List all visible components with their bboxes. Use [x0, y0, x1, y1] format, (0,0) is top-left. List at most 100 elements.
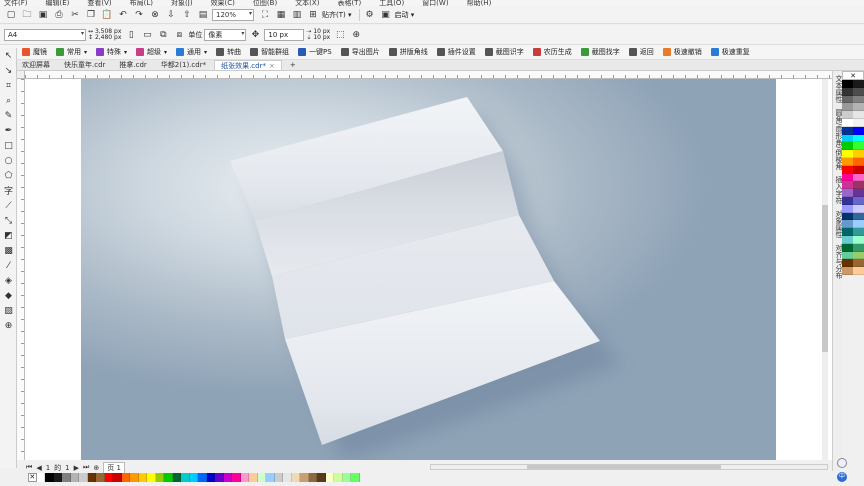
- pick-tool-icon[interactable]: ↖: [0, 48, 17, 63]
- color-swatch[interactable]: [853, 111, 864, 119]
- color-swatch[interactable]: [842, 251, 853, 260]
- color-swatch[interactable]: [853, 259, 864, 268]
- color-swatch[interactable]: [172, 473, 181, 482]
- chevron-down-icon[interactable]: ▾: [84, 49, 87, 56]
- plugin-button[interactable]: 智能群组: [250, 47, 289, 57]
- print-icon[interactable]: ⎙: [52, 8, 66, 22]
- plugin-button[interactable]: 农历生成: [532, 47, 572, 57]
- plugin-button[interactable]: 返回: [628, 47, 654, 57]
- color-swatch[interactable]: [842, 157, 853, 166]
- chevron-down-icon[interactable]: ▾: [124, 49, 127, 56]
- color-swatch[interactable]: [155, 473, 164, 482]
- color-swatch[interactable]: [842, 259, 853, 268]
- no-fill-swatch[interactable]: ✕: [842, 71, 864, 80]
- shape-tool-icon[interactable]: ↘: [0, 63, 17, 78]
- add-page-icon[interactable]: ⊕: [349, 28, 363, 42]
- color-swatch[interactable]: [130, 473, 139, 482]
- zoom-indicator-icon[interactable]: [837, 458, 847, 468]
- color-swatch[interactable]: [36, 473, 45, 482]
- ellipse-tool-icon[interactable]: ○: [0, 153, 17, 168]
- document-tab[interactable]: 纸张效果.cdr* ×: [214, 60, 282, 70]
- color-swatch[interactable]: [240, 473, 249, 482]
- color-swatch[interactable]: [842, 212, 853, 221]
- folded-paper-image[interactable]: [25, 79, 833, 460]
- page-height-field[interactable]: ↕ 2,480 px: [88, 34, 121, 41]
- color-swatch[interactable]: [853, 181, 864, 190]
- nudge-distance-field[interactable]: 10 px: [264, 28, 305, 41]
- show-rulers-icon[interactable]: ▦: [274, 8, 288, 22]
- launch-menu[interactable]: 启动 ▾: [395, 10, 415, 20]
- ruler-corner[interactable]: [17, 71, 25, 79]
- drop-shadow-icon[interactable]: ◩: [0, 228, 17, 243]
- chevron-down-icon[interactable]: ▾: [204, 49, 207, 56]
- close-icon[interactable]: ×: [269, 62, 275, 70]
- landscape-icon[interactable]: ▭: [140, 28, 154, 42]
- parallel-dimension-icon[interactable]: ⟋: [0, 198, 17, 213]
- chevron-down-icon[interactable]: ▾: [164, 49, 167, 56]
- color-swatch[interactable]: [53, 473, 62, 482]
- next-page-icon[interactable]: ▶: [74, 464, 79, 472]
- color-swatch[interactable]: [206, 473, 215, 482]
- copy-icon[interactable]: ❐: [84, 8, 98, 22]
- color-swatch[interactable]: [317, 473, 326, 482]
- color-swatch[interactable]: [853, 267, 864, 275]
- plugin-button[interactable]: 魔镜: [22, 47, 47, 57]
- document-tab[interactable]: 快乐童年.cdr: [58, 60, 111, 70]
- vertical-scrollbar[interactable]: [822, 79, 828, 460]
- color-swatch[interactable]: [79, 473, 88, 482]
- color-swatch[interactable]: [45, 473, 54, 482]
- color-swatch[interactable]: [842, 173, 853, 182]
- color-swatch[interactable]: [138, 473, 147, 482]
- color-swatch[interactable]: [249, 473, 258, 482]
- color-swatch[interactable]: [853, 118, 864, 127]
- prev-page-icon[interactable]: ◀: [36, 464, 41, 472]
- color-swatch[interactable]: [853, 157, 864, 166]
- color-swatch[interactable]: [853, 87, 864, 96]
- plugin-button[interactable]: 极速重复: [710, 47, 750, 57]
- color-swatch[interactable]: [147, 473, 156, 482]
- color-swatch[interactable]: [842, 95, 853, 104]
- color-swatch[interactable]: [853, 212, 864, 221]
- plugin-button[interactable]: 插件设置: [436, 47, 476, 57]
- document-tab[interactable]: 欢迎屏幕: [16, 60, 56, 70]
- search-content-icon[interactable]: ⊗: [148, 8, 162, 22]
- color-swatch[interactable]: [842, 189, 853, 197]
- color-swatch[interactable]: [198, 473, 207, 482]
- color-swatch[interactable]: [853, 150, 864, 158]
- color-swatch[interactable]: [842, 80, 853, 88]
- color-swatch[interactable]: [96, 473, 105, 482]
- color-swatch[interactable]: [853, 189, 864, 197]
- freehand-tool-icon[interactable]: ✎: [0, 108, 17, 123]
- save-icon[interactable]: ▣: [36, 8, 50, 22]
- color-swatch[interactable]: [842, 87, 853, 96]
- text-tool-icon[interactable]: 字: [0, 183, 17, 198]
- plugin-button[interactable]: 截图找字: [580, 47, 620, 57]
- rectangle-tool-icon[interactable]: □: [0, 138, 17, 153]
- units-select[interactable]: 像素 ▾: [204, 28, 247, 41]
- redo-icon[interactable]: ↷: [132, 8, 146, 22]
- plugin-button[interactable]: 导出图片: [340, 47, 380, 57]
- color-swatch[interactable]: [842, 235, 853, 244]
- color-swatch[interactable]: [164, 473, 173, 482]
- language-indicator[interactable]: 中: [837, 472, 847, 482]
- color-swatch[interactable]: [842, 267, 853, 275]
- smart-fill-icon[interactable]: ◆: [0, 288, 17, 303]
- color-swatch[interactable]: [853, 134, 864, 143]
- color-swatch[interactable]: [842, 181, 853, 190]
- zoom-tool-icon[interactable]: ⌕: [0, 93, 17, 108]
- snap-icon[interactable]: ⊞: [306, 8, 320, 22]
- color-swatch[interactable]: [842, 103, 853, 112]
- add-tool-icon[interactable]: ⊕: [0, 318, 17, 333]
- color-swatch[interactable]: [853, 80, 864, 88]
- color-swatch[interactable]: [853, 204, 864, 213]
- document-tab[interactable]: 华都2(1).cdr*: [155, 60, 212, 70]
- color-swatch[interactable]: [853, 251, 864, 260]
- color-swatch[interactable]: [842, 204, 853, 213]
- color-swatch[interactable]: [842, 196, 853, 205]
- color-swatch[interactable]: [842, 150, 853, 158]
- connector-tool-icon[interactable]: ⤡: [0, 213, 17, 228]
- color-swatch[interactable]: [853, 103, 864, 112]
- add-page-icon[interactable]: ⊕: [93, 464, 99, 472]
- color-swatch[interactable]: [842, 220, 853, 229]
- open-folder-icon[interactable]: 🗀: [20, 8, 34, 22]
